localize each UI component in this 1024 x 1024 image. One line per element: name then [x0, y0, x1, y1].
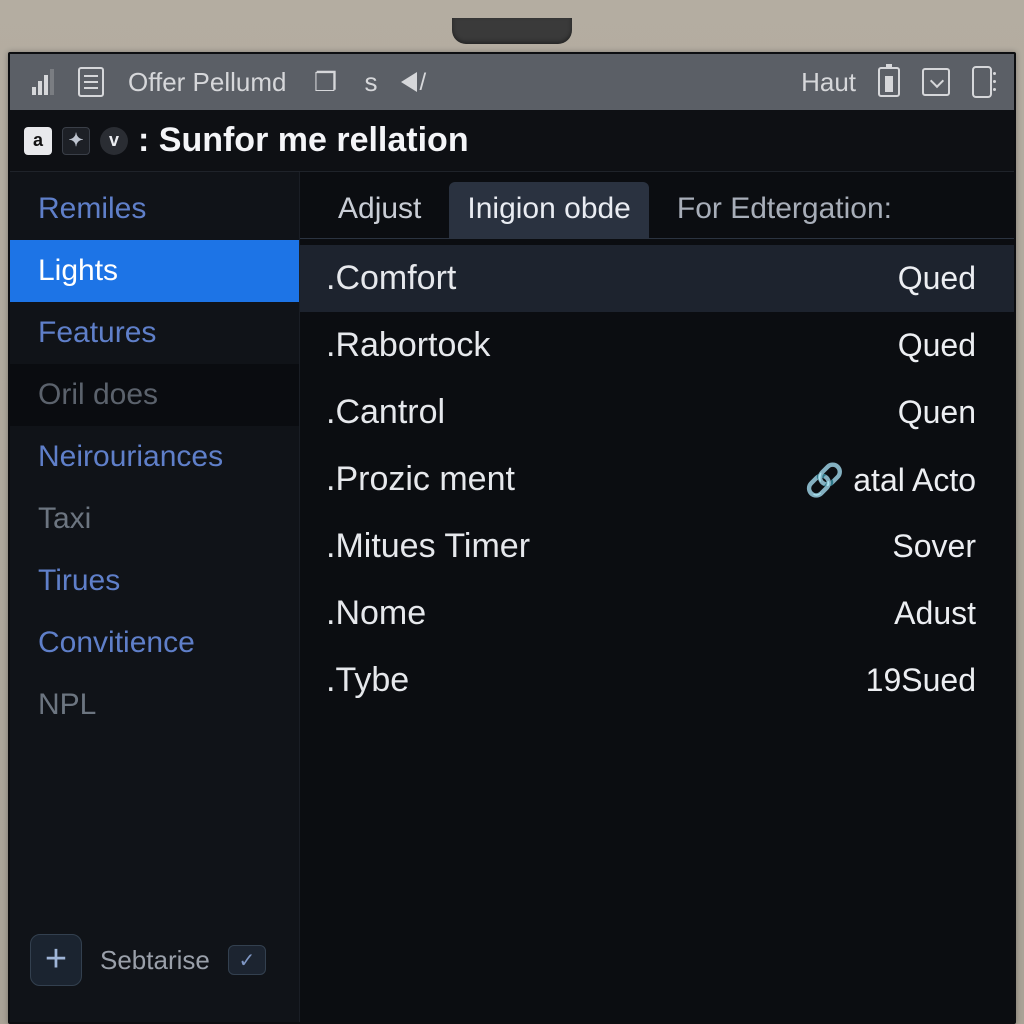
setting-value: 19Sued — [866, 662, 976, 699]
add-button[interactable]: + — [30, 934, 82, 986]
setting-value: Sover — [892, 528, 976, 565]
setting-value: Quen — [898, 394, 976, 431]
sidebar-item-taxi[interactable]: Taxi — [10, 488, 299, 550]
sidebar-item-label: Lights — [38, 254, 118, 287]
sidebar-item-label: Features — [38, 316, 156, 349]
statusbar: Offer Pellumd ❐ s Haut — [10, 54, 1014, 110]
badge-a: a — [24, 127, 52, 155]
statusbar-label-mid: s — [364, 67, 377, 98]
signal-icon — [32, 69, 54, 95]
page-title: : Sunfor me rellation — [138, 121, 469, 160]
sidebar-item-label: NPL — [38, 688, 96, 721]
setting-value-text: Qued — [898, 327, 976, 363]
sidebar-item-label: Tirues — [38, 564, 120, 597]
setting-value-text: Adust — [894, 595, 976, 631]
content: Remiles Lights Features Oril does Neirourian… — [10, 172, 1014, 1022]
badge-plus: ✦ — [62, 127, 90, 155]
setting-value: Adust — [894, 595, 976, 632]
sidebar-item-lights[interactable]: Lights — [10, 240, 299, 302]
main-panel: AdjustInigion obdeFor Edtergation: .Comf… — [300, 172, 1014, 1022]
sidebar-item-oril-does[interactable]: Oril does — [10, 364, 299, 426]
setting-label: .Rabortock — [326, 326, 490, 365]
bookmark-icon: ❐ — [310, 67, 340, 97]
tabs: AdjustInigion obdeFor Edtergation: — [300, 172, 1014, 239]
setting-value: Qued — [898, 260, 976, 297]
sidebar-item-label: Neirouriances — [38, 440, 223, 473]
setting-value: Qued — [898, 327, 976, 364]
setting-label: .Tybe — [326, 661, 409, 700]
setting-label: .Mitues Timer — [326, 527, 530, 566]
sidebar-item-remiles[interactable]: Remiles — [10, 178, 299, 240]
settings-list: .Comfort Qued .Rabortock Qued .Cantrol Quen .P… — [300, 239, 1014, 1022]
tab-edtergation: For Edtergation: — [659, 182, 910, 238]
titlebar: a ✦ v : Sunfor me rellation — [10, 110, 1014, 172]
footer-toggle[interactable]: ✓ — [228, 945, 266, 975]
sidebar-item-neirouriances[interactable]: Neirouriances — [10, 426, 299, 488]
sidebar-item-label: Oril does — [38, 378, 158, 411]
sidebar-item-npl[interactable]: NPL — [10, 674, 299, 736]
setting-label: .Cantrol — [326, 393, 445, 432]
mute-icon — [401, 72, 417, 92]
tab-adjust[interactable]: Adjust — [320, 182, 439, 238]
sidebar-item-tirues[interactable]: Tirues — [10, 550, 299, 612]
sidebar: Remiles Lights Features Oril does Neirourian… — [10, 172, 300, 1022]
setting-row[interactable]: .Rabortock Qued — [300, 312, 1014, 379]
setting-value-text: atal Acto — [853, 462, 976, 498]
setting-row[interactable]: .Mitues Timer Sover — [300, 513, 1014, 580]
setting-row[interactable]: .Tybe 19Sued — [300, 647, 1014, 714]
setting-value: 🔗 atal Acto — [805, 461, 976, 499]
setting-row[interactable]: .Cantrol Quen — [300, 379, 1014, 446]
badge-v: v — [100, 127, 128, 155]
setting-row[interactable]: .Comfort Qued — [300, 245, 1014, 312]
battery-icon — [878, 67, 900, 97]
setting-row[interactable]: .Prozic ment 🔗 atal Acto — [300, 446, 1014, 513]
setting-label: .Comfort — [326, 259, 456, 298]
sidebar-item-label: Taxi — [38, 502, 91, 535]
tab-inigion[interactable]: Inigion obde — [449, 182, 648, 238]
setting-label: .Nome — [326, 594, 426, 633]
bezel-top — [8, 10, 1016, 52]
setting-value-text: Sover — [892, 528, 976, 564]
setting-value-text: Quen — [898, 394, 976, 430]
setting-value-text: Qued — [898, 260, 976, 296]
screen: Offer Pellumd ❐ s Haut a ✦ v : Sunfor me… — [8, 52, 1016, 1024]
camera-nub — [452, 18, 572, 44]
link-icon: 🔗 — [805, 462, 854, 498]
setting-row[interactable]: .Nome Adust — [300, 580, 1014, 647]
sidebar-item-label: Convitience — [38, 626, 195, 659]
setting-value-text: 19Sued — [866, 662, 976, 698]
sidebar-footer-label: Sebtarise — [100, 945, 210, 976]
statusbar-label-left: Offer Pellumd — [128, 67, 286, 98]
clipboard-icon — [78, 67, 104, 97]
setting-label: .Prozic ment — [326, 460, 515, 499]
sidebar-item-convitience[interactable]: Convitience — [10, 612, 299, 674]
statusbar-label-right: Haut — [801, 67, 856, 98]
sidebar-footer: + Sebtarise ✓ — [10, 934, 299, 1022]
device-bezel: Offer Pellumd ❐ s Haut a ✦ v : Sunfor me… — [0, 0, 1024, 1024]
download-icon — [922, 68, 950, 96]
sidebar-item-features[interactable]: Features — [10, 302, 299, 364]
sidebar-item-label: Remiles — [38, 192, 146, 225]
phone-icon — [972, 66, 992, 98]
